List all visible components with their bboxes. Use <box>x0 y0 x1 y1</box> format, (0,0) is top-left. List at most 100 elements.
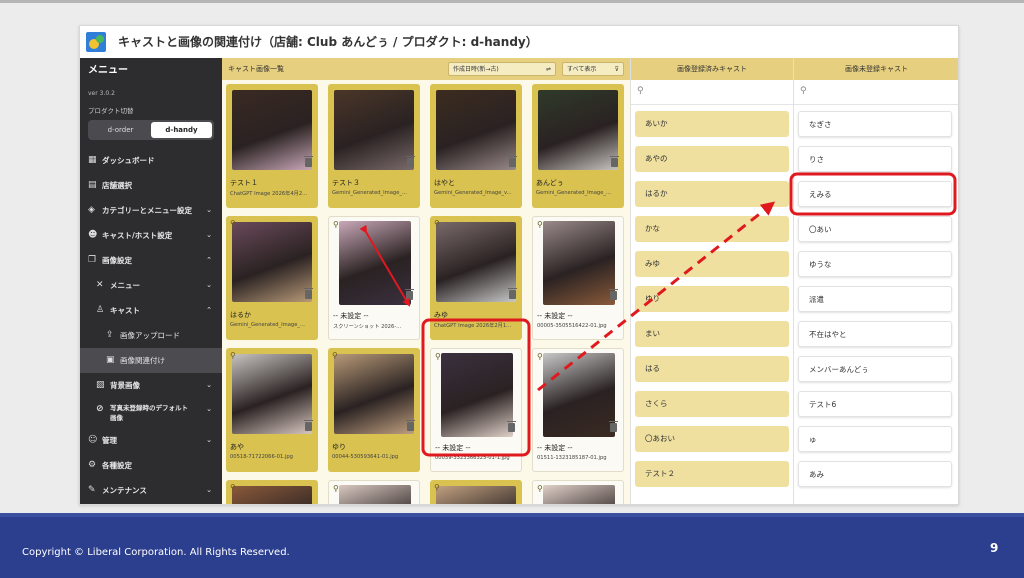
unregistered-cast-item[interactable]: えみる <box>798 181 952 207</box>
sidebar-item-cast-images[interactable]: ♙ キャスト ⌃ <box>80 298 222 323</box>
zoom-icon[interactable]: ⚲ <box>435 352 441 361</box>
sidebar-item-category[interactable]: ◈ カテゴリーとメニュー設定 ⌄ <box>80 198 222 223</box>
trash-icon[interactable] <box>304 420 313 431</box>
cast-image-card[interactable]: テスト１ ChatGPT Image 2026年4月2... <box>226 84 318 208</box>
sidebar-item-dashboard[interactable]: ▦ ダッシュボード <box>80 148 222 173</box>
registered-cast-item[interactable]: みゆ <box>635 251 789 277</box>
sidebar-item-cast[interactable]: ☻ キャスト/ホスト設定 ⌄ <box>80 223 222 248</box>
registered-cast-item[interactable]: かな <box>635 216 789 242</box>
zoom-icon[interactable]: ⚲ <box>434 219 440 228</box>
registered-cast-item[interactable]: さくら <box>635 391 789 417</box>
zoom-icon[interactable]: ⚲ <box>537 484 543 493</box>
unregistered-cast-item[interactable]: 不在はやと <box>798 321 952 347</box>
cast-name: -- 未設定 -- <box>537 312 573 320</box>
zoom-icon[interactable]: ⚲ <box>434 483 440 492</box>
registered-cast-item[interactable]: 〇あおい <box>635 426 789 452</box>
cast-name: はるか <box>230 311 251 319</box>
registered-cast-item[interactable]: まい <box>635 321 789 347</box>
trash-icon[interactable] <box>507 421 516 432</box>
sidebar-item-upload[interactable]: ⇪ 画像アップロード <box>80 323 222 348</box>
trash-icon[interactable] <box>304 156 313 167</box>
people-icon: ☻ <box>88 230 98 240</box>
registered-cast-item[interactable]: はるか <box>635 181 789 207</box>
trash-icon[interactable] <box>508 156 517 167</box>
trash-icon[interactable] <box>406 420 415 431</box>
file-name: 00044-530593641-01.jpg <box>332 454 399 460</box>
registered-cast-item[interactable]: あいか <box>635 111 789 137</box>
zoom-icon[interactable]: ⚲ <box>537 220 543 229</box>
file-name: Gemini_Generated_Image_... <box>230 322 305 328</box>
unregistered-cast-item[interactable]: りさ <box>798 146 952 172</box>
trash-icon[interactable] <box>609 289 618 300</box>
file-name: 00005-3505516422-01.jpg <box>537 323 607 329</box>
cast-photo <box>232 90 312 170</box>
unregistered-cast-item[interactable]: テスト6 <box>798 391 952 417</box>
trash-icon[interactable] <box>610 156 619 167</box>
registered-cast-item[interactable]: テスト２ <box>635 461 789 487</box>
cast-image-card[interactable]: ⚲ -- 未設定 -- 00005-3505516422-01.jpg <box>532 216 624 340</box>
cast-image-card[interactable]: ⚲ -- 未設定 -- 00039-3323366325-01-1.jpg <box>430 348 522 472</box>
cast-image-card[interactable]: ⚲ <box>328 480 420 504</box>
unregistered-cast-item[interactable]: あみ <box>798 461 952 487</box>
sidebar-item-default-image[interactable]: ⊘ 写真未登録時のデフォルト画像 ⌄ <box>80 398 222 428</box>
cast-image-card[interactable]: ⚲ あや 00518-71722066-01.jpg <box>226 348 318 472</box>
unregistered-search: ⚲ <box>794 80 958 105</box>
cast-image-card[interactable]: ⚲ みゆ ChatGPT Image 2026年2月1... <box>430 216 522 340</box>
zoom-icon[interactable]: ⚲ <box>333 220 339 229</box>
sidebar-item-background[interactable]: ▨ 背景画像 ⌄ <box>80 373 222 398</box>
sort-select[interactable]: 作成日時(新→古) ⇌ <box>448 62 556 76</box>
cast-image-card[interactable]: ⚲ <box>226 480 318 504</box>
filter-select[interactable]: すべて表示 ⊽ <box>562 62 624 76</box>
cast-photo <box>436 222 516 302</box>
trash-icon[interactable] <box>609 421 618 432</box>
cast-image-card[interactable]: あんどぅ Gemini_Generated_Image_... <box>532 84 624 208</box>
unregistered-cast-item[interactable]: 派遣 <box>798 286 952 312</box>
zoom-icon[interactable]: ⚲ <box>230 219 236 228</box>
zoom-icon[interactable]: ⚲ <box>332 351 338 360</box>
cast-image-card[interactable]: ⚲ はるか Gemini_Generated_Image_... <box>226 216 318 340</box>
cast-name: -- 未設定 -- <box>435 444 471 452</box>
zoom-icon[interactable]: ⚲ <box>230 351 236 360</box>
sidebar-item-settings[interactable]: ⚙ 各種設定 <box>80 453 222 478</box>
unregistered-cast-item[interactable]: ゅ <box>798 426 952 452</box>
product-d-order[interactable]: d-order <box>90 122 151 138</box>
cast-image-card[interactable]: はやと Gemini_Generated_Image_v... <box>430 84 522 208</box>
sidebar-item-store[interactable]: ▤ 店舗選択 <box>80 173 222 198</box>
unregistered-cast-item[interactable]: ゆうな <box>798 251 952 277</box>
zoom-icon[interactable]: ⚲ <box>230 483 236 492</box>
sidebar-item-admin[interactable]: ☺ 管理 ⌄ <box>80 428 222 453</box>
page-title: キャストと画像の関連付け（店舗: Club あんどぅ / プロダクト: d-ha… <box>118 35 538 49</box>
cast-image-card[interactable]: テスト３ Gemini_Generated_Image_... <box>328 84 420 208</box>
cast-image-card[interactable]: ⚲ -- 未設定 -- スクリーンショット 2026-... <box>328 216 420 340</box>
unregistered-cast-item[interactable]: なぎさ <box>798 111 952 137</box>
cast-image-card[interactable]: ⚲ -- 未設定 -- 01511-1323185187-01.jpg <box>532 348 624 472</box>
zoom-icon[interactable]: ⚲ <box>333 484 339 493</box>
cast-photo <box>543 221 615 305</box>
unregistered-cast-item[interactable]: 〇あい <box>798 216 952 242</box>
cast-image-card[interactable]: ⚲ <box>532 480 624 504</box>
trash-icon[interactable] <box>304 288 313 299</box>
unregistered-cast-item[interactable]: メンバーあんどぅ <box>798 356 952 382</box>
product-d-handy[interactable]: d-handy <box>151 122 212 138</box>
trash-icon[interactable] <box>405 289 414 300</box>
registered-cast-item[interactable]: ゆり <box>635 286 789 312</box>
unregistered-search-input[interactable] <box>794 80 958 104</box>
cast-photo <box>436 90 516 170</box>
sidebar-item-link[interactable]: ▣ 画像関連付け <box>80 348 222 373</box>
sidebar-item-image-settings[interactable]: ❐ 画像設定 ⌃ <box>80 248 222 273</box>
chevron-down-icon: ⌄ <box>206 405 212 413</box>
cast-photo <box>441 353 513 437</box>
cast-image-card[interactable]: ⚲ <box>430 480 522 504</box>
registered-search-input[interactable] <box>631 80 793 104</box>
registered-cast-item[interactable]: はる <box>635 356 789 382</box>
cast-name: -- 未設定 -- <box>537 444 573 452</box>
trash-icon[interactable] <box>406 156 415 167</box>
zoom-icon[interactable]: ⚲ <box>537 352 543 361</box>
cast-photo <box>232 222 312 302</box>
sidebar-item-menu-images[interactable]: ✕ メニュー ⌄ <box>80 273 222 298</box>
cast-name: あんどぅ <box>536 179 564 187</box>
trash-icon[interactable] <box>508 288 517 299</box>
cast-image-card[interactable]: ⚲ ゆり 00044-530593641-01.jpg <box>328 348 420 472</box>
sidebar-item-maintenance[interactable]: ✎ メンテナンス ⌄ <box>80 478 222 503</box>
registered-cast-item[interactable]: あやの <box>635 146 789 172</box>
